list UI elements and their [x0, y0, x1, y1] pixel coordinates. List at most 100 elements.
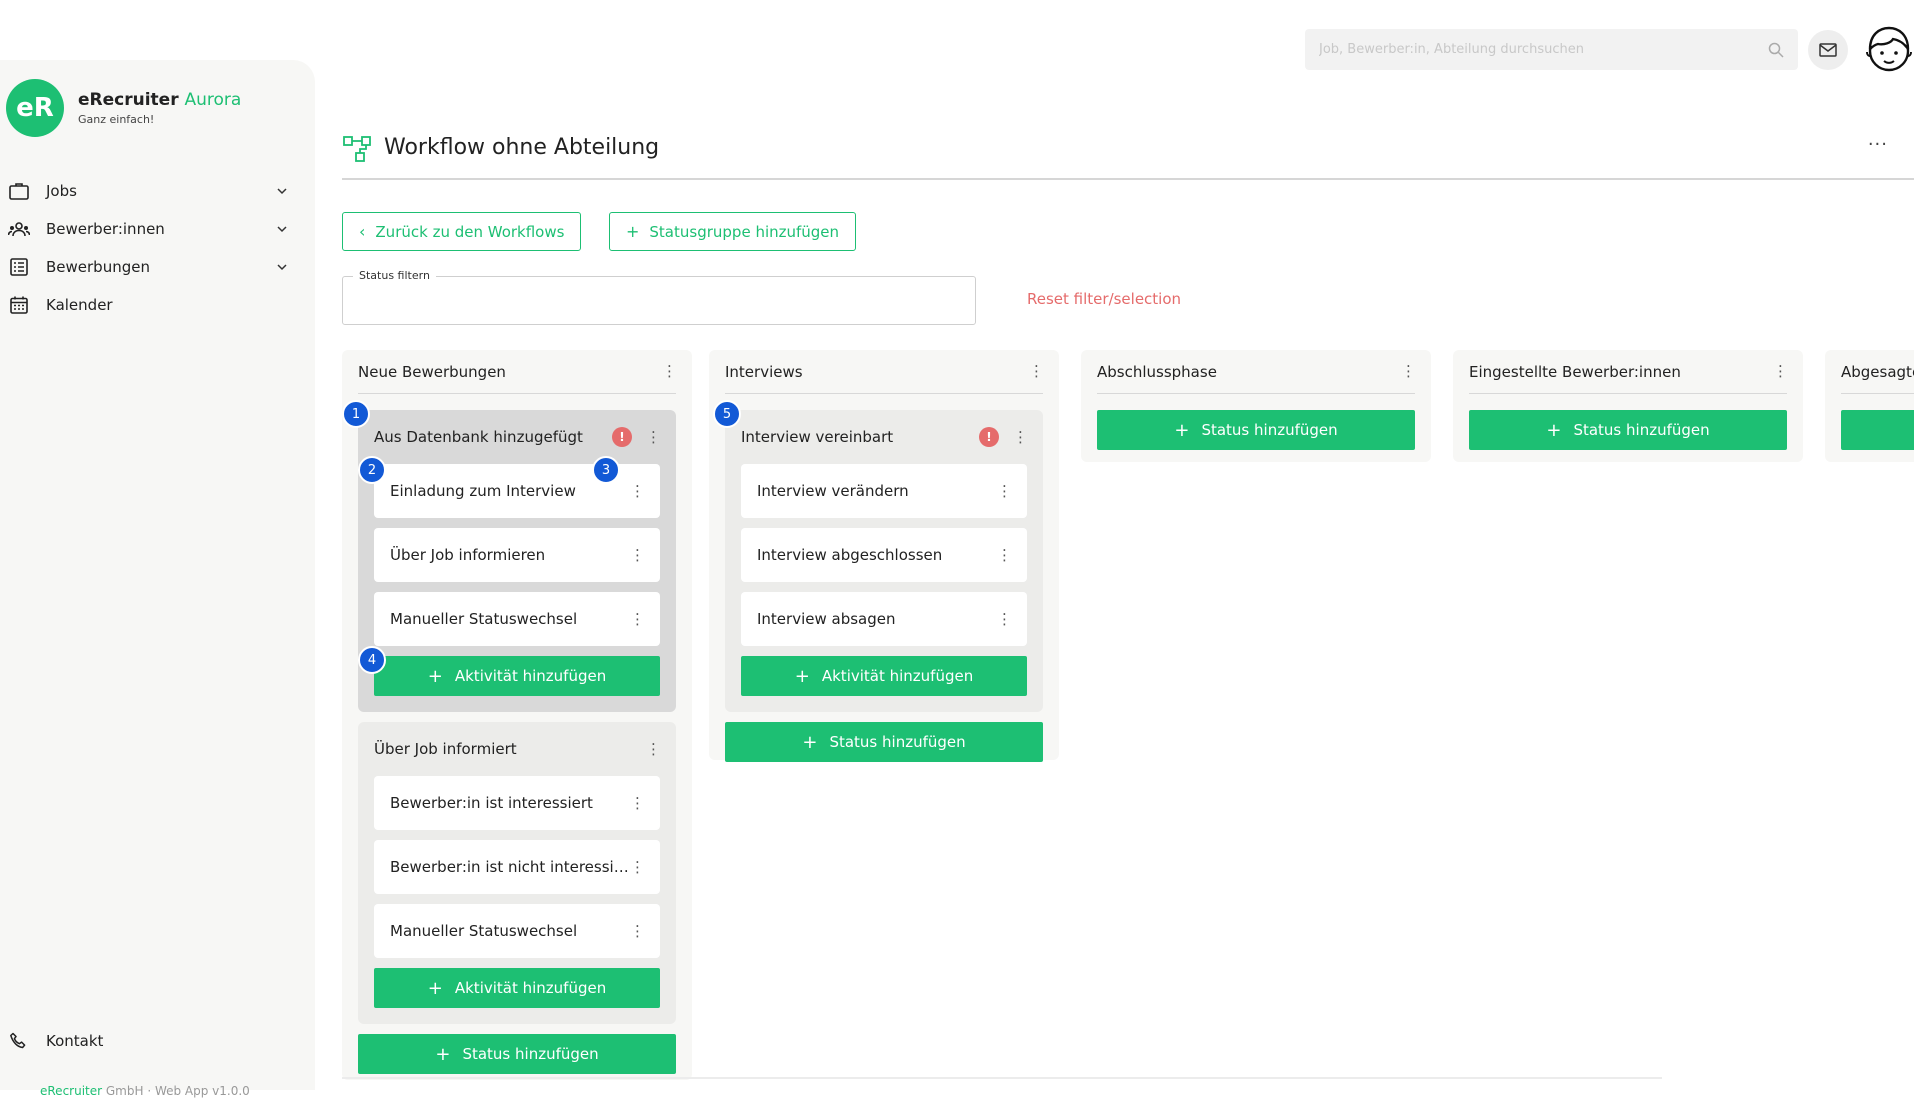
activity-label: Manueller Statuswechsel [390, 922, 578, 940]
activity-label: Einladung zum Interview [390, 482, 576, 500]
plus-icon: + [435, 1043, 451, 1065]
button-label: Status hinzufügen [1573, 421, 1710, 439]
status-group[interactable]: Interview vereinbart ! ⋮ Interview verän… [713, 400, 1043, 712]
chevron-down-icon [277, 226, 287, 233]
kebab-menu-icon[interactable]: ⋮ [1773, 364, 1788, 379]
search-input[interactable] [1319, 42, 1768, 57]
kebab-menu-icon[interactable]: ⋮ [630, 483, 645, 499]
tour-step-badge: 4 [358, 646, 386, 674]
column-header: Abschlussphase ⋮ [1097, 350, 1416, 394]
tour-step-badge: 5 [713, 400, 741, 428]
horizontal-scrollbar[interactable] [342, 1077, 1662, 1079]
sidebar-item-kontakt[interactable]: Kontakt [0, 1022, 315, 1060]
sidebar-item-jobs[interactable]: Jobs [0, 172, 315, 210]
sidebar-item-kalender[interactable]: Kalender [0, 286, 315, 324]
status-group[interactable]: Aus Datenbank hinzugefügt ! ⋮ Einladung … [342, 400, 676, 712]
status-group[interactable]: Über Job informiert ⋮ Bewerber:in ist in… [358, 722, 676, 1024]
kebab-menu-icon[interactable]: ⋮ [997, 547, 1012, 563]
kebab-menu-icon[interactable]: ⋮ [630, 795, 645, 811]
people-icon [8, 218, 30, 240]
activity-item[interactable]: Interview absagen ⋮ [741, 592, 1027, 646]
list-icon [8, 256, 30, 278]
activity-item[interactable]: Manueller Statuswechsel ⋮ [374, 904, 660, 958]
activity-label: Manueller Statuswechsel [390, 610, 578, 628]
activity-item[interactable]: Manueller Statuswechsel ⋮ [374, 592, 660, 646]
add-activity-button[interactable]: + Aktivität hinzufügen [741, 656, 1027, 696]
activity-label: Über Job informieren [390, 546, 546, 564]
footer-company-link[interactable]: eRecruiter [40, 1084, 102, 1098]
activity-label: Bewerber:in ist nicht interessiert [390, 858, 630, 876]
column-header: Eingestellte Bewerber:innen ⋮ [1469, 350, 1788, 394]
sidebar-item-bewerbungen[interactable]: Bewerbungen [0, 248, 315, 286]
back-to-workflows-button[interactable]: ‹ Zurück zu den Workflows [342, 212, 582, 251]
activity-item[interactable]: Bewerber:in ist nicht interessiert ⋮ [374, 840, 660, 894]
activity-label: Interview absagen [757, 610, 896, 628]
page-header: Workflow ohne Abteilung ··· [342, 134, 1914, 180]
chevron-down-icon [277, 188, 287, 195]
button-label: Zurück zu den Workflows [375, 222, 565, 241]
plus-icon: + [1174, 419, 1190, 441]
add-status-button[interactable]: +Status hinzufügen [1469, 410, 1787, 450]
kebab-menu-icon[interactable]: ⋮ [630, 611, 645, 627]
add-status-group-button[interactable]: + Statusgruppe hinzufügen [609, 212, 857, 251]
status-column: Neue Bewerbungen ⋮ Aus Datenbank hinzuge… [342, 350, 692, 1080]
kebab-menu-icon[interactable]: ⋮ [1029, 364, 1044, 379]
kebab-menu-icon[interactable]: ⋮ [630, 859, 645, 875]
add-status-button[interactable]: + Status hinzufügen [1097, 410, 1415, 450]
sidebar-item-bewerber[interactable]: Bewerber:innen [0, 210, 315, 248]
mail-button[interactable] [1808, 30, 1848, 70]
button-label: Aktivität hinzufügen [454, 667, 607, 685]
button-label: Status hinzufügen [1201, 421, 1338, 439]
workflow-icon [343, 136, 371, 162]
activity-item[interactable]: Interview verändern ⋮ [741, 464, 1027, 518]
status-group-title: Interview vereinbart [741, 428, 894, 446]
warning-icon: ! [612, 427, 632, 447]
column-title: Abschlussphase [1097, 362, 1217, 381]
chevron-down-icon [277, 264, 287, 271]
brand-tagline: Ganz einfach! [78, 113, 155, 126]
column-header: Abgesagte ⋮ [1841, 350, 1914, 394]
add-activity-button[interactable]: + Aktivität hinzufügen [374, 656, 660, 696]
status-group-title: Über Job informiert [374, 740, 517, 758]
add-status-button[interactable]: +Status hinzufügen [725, 722, 1043, 762]
more-options-icon[interactable]: ··· [1868, 134, 1888, 155]
activity-item[interactable]: Einladung zum Interview ⋮ 2 3 [358, 456, 660, 518]
button-label: Statusgruppe hinzufügen [649, 222, 840, 241]
status-column: Abschlussphase ⋮ + Status hinzufügen [1081, 350, 1431, 462]
kebab-menu-icon[interactable]: ⋮ [1013, 429, 1028, 445]
briefcase-icon [8, 180, 30, 202]
search-icon[interactable] [1768, 42, 1784, 58]
add-status-button[interactable]: +Status hinzufügen [358, 1034, 676, 1074]
reset-filter-link[interactable]: Reset filter/selection [1027, 290, 1181, 308]
column-clip: Abgesagte ⋮ +Status hinzufügen [1825, 350, 1914, 462]
brand-logo[interactable]: eR eRecruiter Aurora Ganz einfach! [6, 79, 241, 137]
status-group-header: Aus Datenbank hinzugefügt ! ⋮ [374, 410, 661, 464]
kebab-menu-icon[interactable]: ⋮ [1401, 364, 1416, 379]
plus-icon: + [626, 222, 640, 241]
button-label: Aktivität hinzufügen [454, 979, 607, 997]
brand-name-main: eRecruiter [78, 90, 179, 110]
kebab-menu-icon[interactable]: ⋮ [630, 547, 645, 563]
add-activity-wrapper: + Aktivität hinzufügen 4 [358, 646, 660, 696]
status-filter-field[interactable]: Status filtern [342, 269, 976, 325]
add-activity-button[interactable]: + Aktivität hinzufügen [374, 968, 660, 1008]
activity-item[interactable]: Über Job informieren ⋮ [374, 528, 660, 582]
kebab-menu-icon[interactable]: ⋮ [646, 429, 661, 445]
kebab-menu-icon[interactable]: ⋮ [646, 741, 661, 757]
column-title: Eingestellte Bewerber:innen [1469, 362, 1681, 381]
kebab-menu-icon[interactable]: ⋮ [997, 611, 1012, 627]
activity-item[interactable]: Bewerber:in ist interessiert ⋮ [374, 776, 660, 830]
status-column: Eingestellte Bewerber:innen ⋮ + Status hi… [1453, 350, 1803, 462]
column-title: Abgesagte [1841, 362, 1914, 381]
activity-item[interactable]: Interview abgeschlossen ⋮ [741, 528, 1027, 582]
column-title: Neue Bewerbungen [358, 362, 506, 381]
sidebar: eR eRecruiter Aurora Ganz einfach! Jobs … [0, 60, 315, 1098]
mail-icon [1819, 43, 1837, 57]
kebab-menu-icon[interactable]: ⋮ [997, 483, 1012, 499]
add-status-button[interactable]: +Status hinzufügen [1841, 410, 1914, 450]
user-avatar-icon[interactable] [1862, 22, 1914, 76]
kebab-menu-icon[interactable]: ⋮ [662, 364, 677, 379]
tour-step-badge: 3 [592, 456, 620, 484]
sidebar-item-label: Kalender [46, 296, 113, 314]
kebab-menu-icon[interactable]: ⋮ [630, 923, 645, 939]
